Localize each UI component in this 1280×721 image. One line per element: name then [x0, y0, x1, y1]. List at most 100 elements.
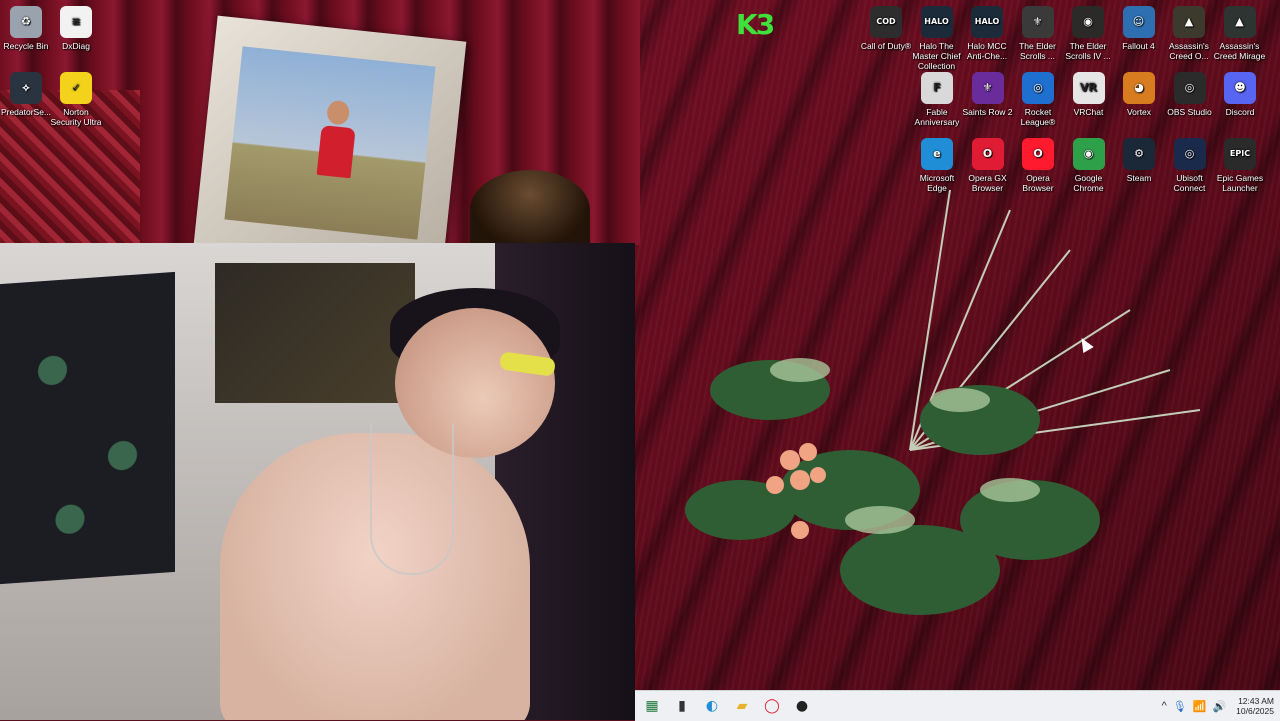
obs-icon: ● — [795, 698, 809, 714]
halo-mcc-icon: HALO — [920, 6, 953, 38]
desktop-shortcut[interactable]: ⚜ Saints Row 2 — [962, 72, 1014, 117]
desktop-shortcut-label: Rocket League® — [1020, 107, 1056, 127]
chrome-icon: ◉ — [1072, 138, 1105, 170]
edge-icon: e — [921, 138, 953, 170]
taskbar-obs[interactable]: ● — [787, 692, 817, 720]
wallpaper-plant — [685, 190, 1201, 615]
opera-icon: ◯ — [764, 698, 780, 714]
desktop-shortcut-label: Epic Games Launcher — [1216, 173, 1264, 193]
desktop-shortcut[interactable]: ⚙ Steam — [1113, 138, 1165, 183]
webcam-tapestry-middle — [215, 263, 415, 403]
desktop-shortcut[interactable]: ◎ Ubisoft Connect — [1164, 138, 1216, 193]
wallpaper-urn — [470, 170, 590, 250]
discord-icon: ☻ — [1224, 72, 1256, 104]
taskbar: ▦ ▮ ◐ ▰ ◯ ● ^ 🎙 📶 🔊 12:43 AM 10/6/2025 — [635, 690, 1280, 721]
desktop-shortcut-label: VRChat — [1073, 107, 1104, 117]
norton-icon: ✓ — [60, 72, 92, 104]
desktop-shortcut-label: DxDiag — [62, 41, 90, 51]
desktop-shortcut[interactable]: ♻ Recycle Bin — [0, 6, 52, 51]
excel-icon: ▦ — [645, 698, 659, 714]
desktop-shortcut[interactable]: ◎ OBS Studio — [1164, 72, 1216, 117]
desktop-shortcut[interactable]: EPIC Epic Games Launcher — [1214, 138, 1266, 193]
desktop-shortcut[interactable]: ▲ Assassin's Creed O... — [1163, 6, 1215, 61]
desktop-shortcut[interactable]: ⟡ PredatorSe... — [0, 72, 52, 117]
webcam-necklace — [370, 423, 454, 575]
elder-scrolls-oblivion-icon: ◉ — [1072, 6, 1104, 38]
opera-icon: O — [1022, 138, 1054, 170]
desktop-shortcut-label: Microsoft Edge — [919, 173, 955, 193]
rocket-league-icon: ◎ — [1022, 72, 1054, 104]
desktop-shortcut-label: Fable Anniversary — [914, 107, 960, 127]
k3-overlay-logo: K3 — [736, 8, 775, 41]
taskbar-opera[interactable]: ◯ — [757, 692, 787, 720]
desktop-shortcut-label: Norton Security Ultra — [50, 107, 102, 127]
clock-date: 10/6/2025 — [1236, 706, 1274, 716]
tray-chevron-icon[interactable]: ^ — [1162, 700, 1167, 712]
vortex-icon: ◕ — [1123, 72, 1155, 104]
desktop-shortcut-label: Discord — [1225, 107, 1255, 117]
elder-scrolls-skyrim-icon: ⚜ — [1021, 6, 1054, 38]
desktop-shortcut[interactable]: ≡ DxDiag — [50, 6, 102, 51]
desktop-shortcut-label: Opera Browser — [1022, 173, 1054, 193]
predator-sense-icon: ⟡ — [10, 72, 42, 104]
taskbar-terminal[interactable]: ▮ — [667, 692, 697, 720]
terminal-icon: ▮ — [678, 698, 686, 714]
desktop-shortcut-label: Ubisoft Connect — [1173, 173, 1206, 193]
framed-photo — [224, 46, 436, 240]
desktop-shortcut-label: Opera GX Browser — [968, 173, 1007, 193]
steam-icon: ⚙ — [1123, 138, 1155, 170]
desktop-shortcut-label: OBS Studio — [1167, 107, 1212, 117]
desktop-shortcut[interactable]: ◕ Vortex — [1113, 72, 1165, 117]
desktop-shortcut-label: Assassin's Creed O... — [1169, 41, 1209, 61]
framed-photo-person — [316, 124, 356, 178]
fallout-4-icon: ☺ — [1122, 6, 1155, 38]
desktop-shortcut-label: Steam — [1126, 173, 1152, 183]
taskbar-edge[interactable]: ◐ — [697, 692, 727, 720]
webcam-overlay — [0, 243, 635, 720]
halo-anticheat-icon: HALO — [971, 6, 1003, 38]
volume-icon[interactable]: 🔊 — [1212, 700, 1226, 713]
vrchat-icon: VR — [1072, 72, 1105, 104]
edge-icon: ◐ — [705, 698, 719, 714]
desktop-shortcut[interactable]: ✓ Norton Security Ultra — [50, 72, 102, 127]
desktop-shortcut[interactable]: ◉ Google Chrome — [1063, 138, 1115, 193]
desktop-shortcut-label: Halo MCC Anti-Che... — [966, 41, 1008, 61]
recycle-bin-icon: ♻ — [10, 6, 42, 38]
desktop-shortcut[interactable]: ◎ Rocket League® — [1012, 72, 1064, 127]
desktop-shortcut-label: Recycle Bin — [3, 41, 49, 51]
taskbar-file-explorer[interactable]: ▰ — [727, 692, 757, 720]
desktop-shortcut[interactable]: F Fable Anniversary — [911, 72, 963, 127]
desktop-shortcut-label: Vortex — [1126, 107, 1152, 117]
taskbar-excel[interactable]: ▦ — [637, 692, 667, 720]
desktop-shortcut[interactable]: HALO Halo MCC Anti-Che... — [961, 6, 1013, 61]
microphone-icon[interactable]: 🎙 — [1173, 700, 1187, 713]
desktop-shortcut[interactable]: HALO Halo The Master Chief Collection — [911, 6, 963, 71]
epic-games-icon: EPIC — [1224, 138, 1256, 170]
saints-row-icon: ⚜ — [971, 72, 1004, 104]
obs-studio-icon: ◎ — [1173, 72, 1206, 104]
desktop-shortcut[interactable]: ⚜ The Elder Scrolls ... — [1012, 6, 1064, 61]
call-of-duty-icon: COD — [870, 6, 902, 38]
desktop-shortcut[interactable]: ☺ Fallout 4 — [1113, 6, 1165, 51]
desktop-shortcut-label: Assassin's Creed Mirage — [1213, 41, 1266, 61]
clock-time: 12:43 AM — [1238, 696, 1274, 706]
desktop-shortcut-label: PredatorSe... — [0, 107, 52, 117]
ubisoft-connect-icon: ◎ — [1173, 138, 1206, 170]
opera-gx-icon: O — [971, 138, 1004, 170]
desktop-shortcut[interactable]: O Opera Browser — [1012, 138, 1064, 193]
wifi-icon[interactable]: 📶 — [1193, 700, 1207, 713]
framed-photo-head — [326, 99, 351, 126]
assassins-creed-mirage-icon: ▲ — [1223, 6, 1256, 38]
desktop-shortcut-label: Halo The Master Chief Collection — [912, 41, 961, 71]
desktop-shortcut-label: Saints Row 2 — [962, 107, 1013, 117]
desktop-shortcut[interactable]: COD Call of Duty® — [860, 6, 912, 51]
taskbar-clock[interactable]: 12:43 AM 10/6/2025 — [1236, 696, 1274, 716]
document-icon: ≡ — [60, 6, 92, 38]
desktop-shortcut[interactable]: ▲ Assassin's Creed Mirage — [1214, 6, 1266, 61]
desktop-shortcut[interactable]: e Microsoft Edge — [911, 138, 963, 193]
desktop-shortcut[interactable]: O Opera GX Browser — [962, 138, 1014, 193]
desktop-shortcut[interactable]: ☻ Discord — [1214, 72, 1266, 117]
desktop-shortcut[interactable]: ◉ The Elder Scrolls IV ... — [1062, 6, 1114, 61]
desktop-shortcut[interactable]: VR VRChat — [1063, 72, 1115, 117]
system-tray: ^ 🎙 📶 🔊 12:43 AM 10/6/2025 — [1162, 691, 1274, 721]
